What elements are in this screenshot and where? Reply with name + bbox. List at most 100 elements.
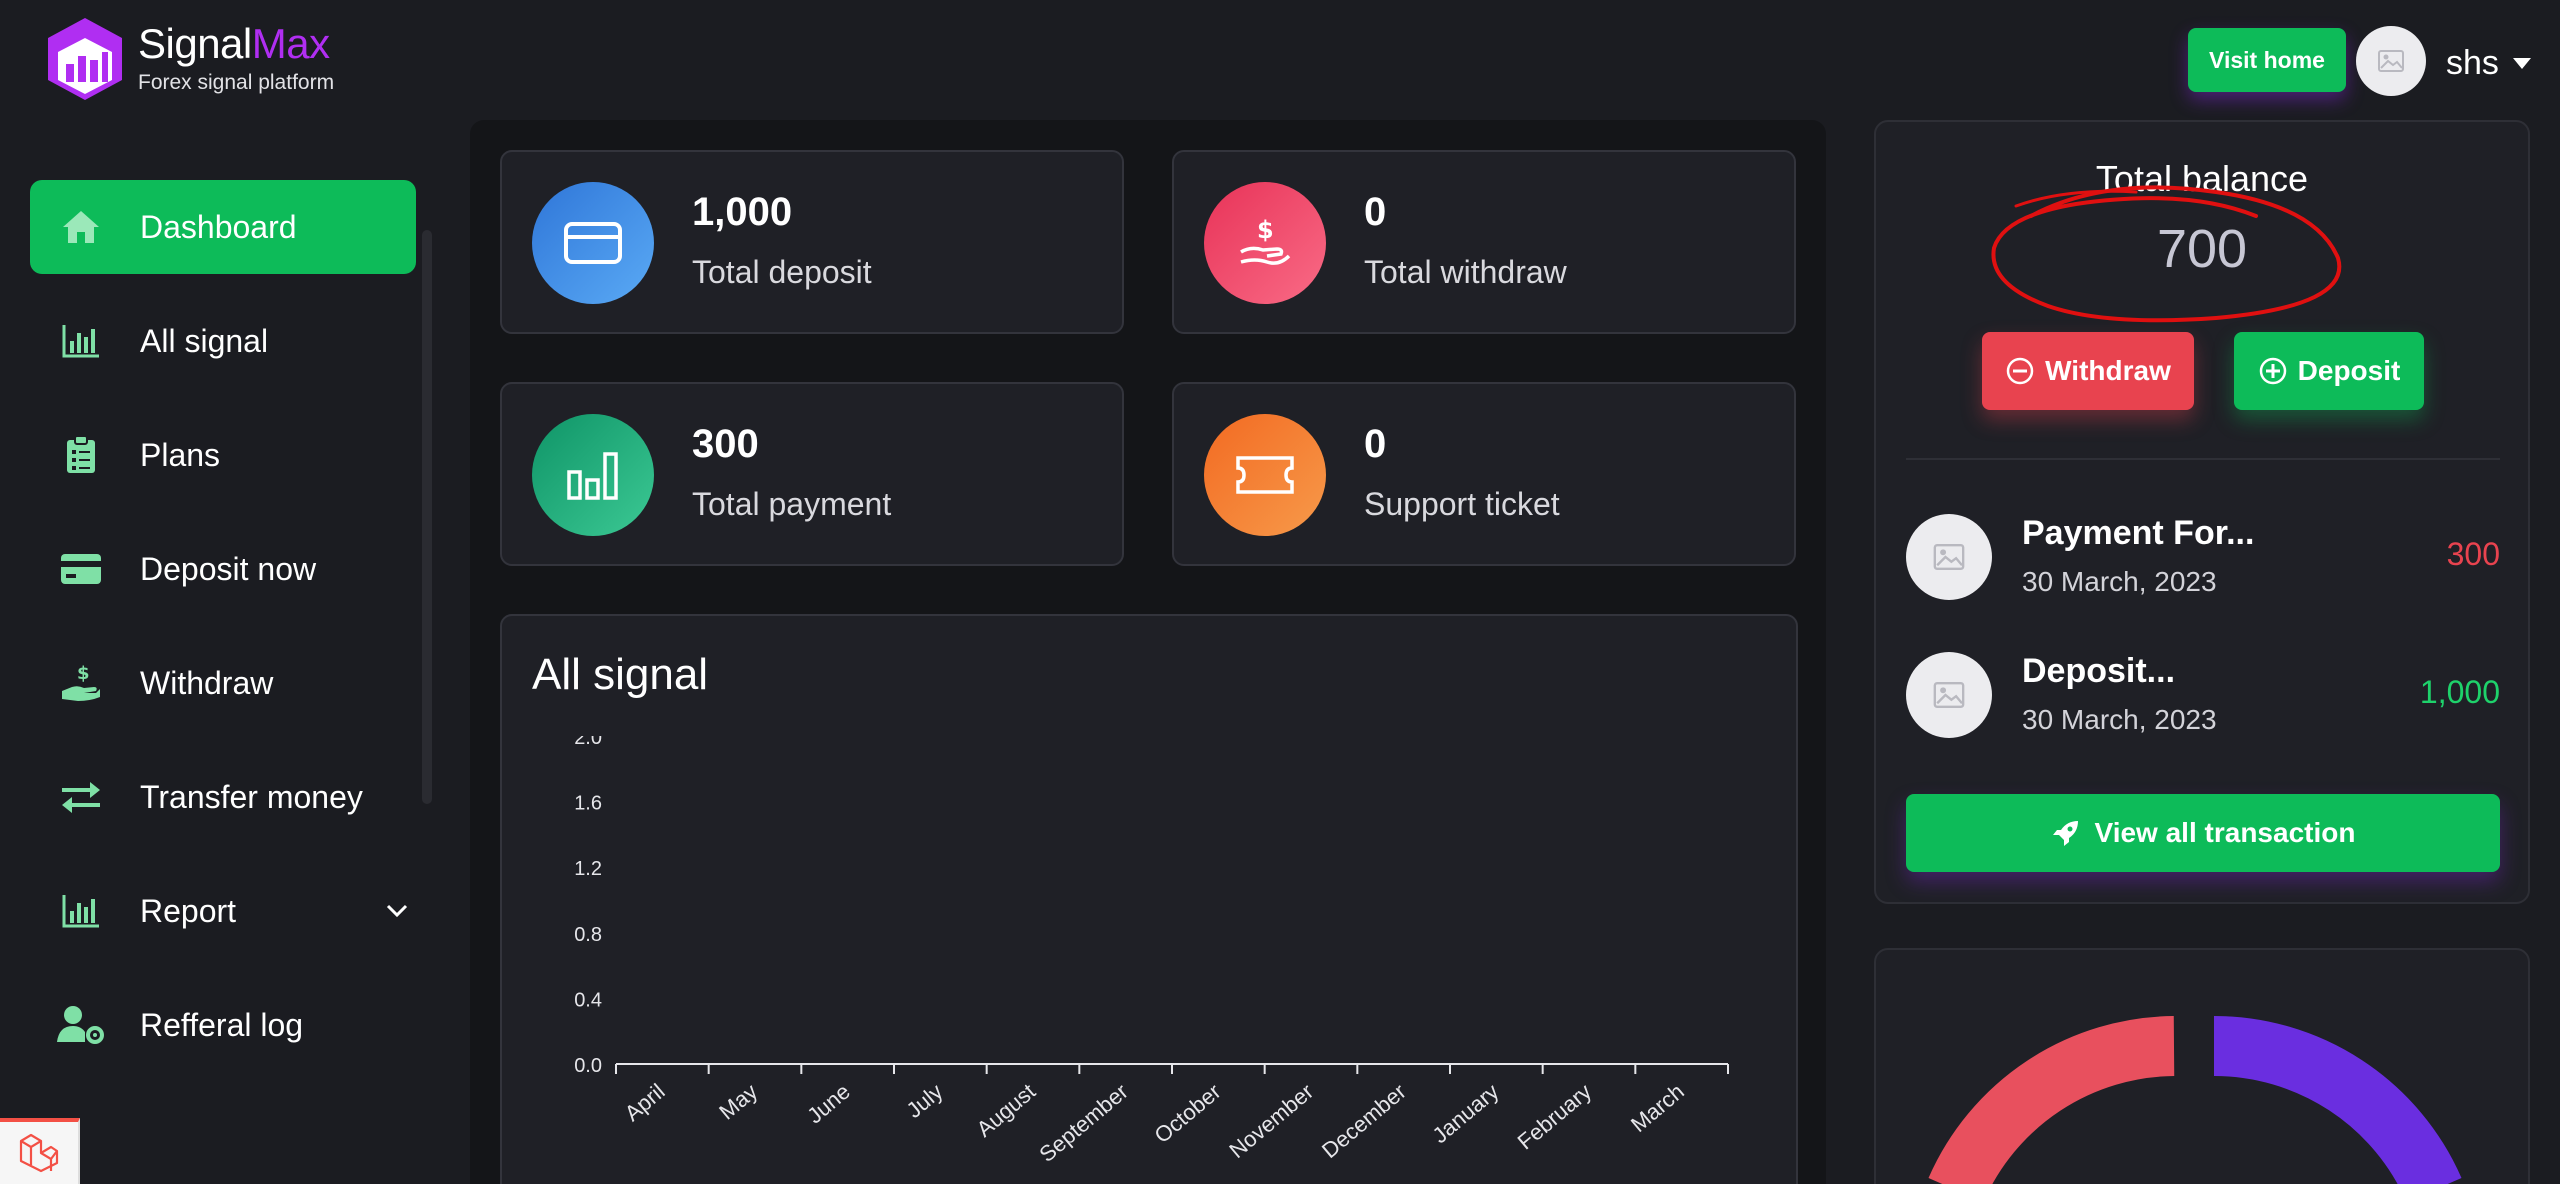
all-signal-chart: 0.0 0.4 0.8 1.2 1.6 2.0 April May June July August…	[574, 736, 1729, 1167]
chevron-down-icon	[386, 904, 408, 918]
stat-label: Support ticket	[1364, 486, 1560, 522]
ticket-icon	[1204, 414, 1326, 536]
stat-value: 0	[1364, 422, 1387, 466]
sidebar-item-label: Transfer money	[140, 778, 363, 815]
stat-value: 300	[692, 422, 759, 466]
sidebar-scrollbar[interactable]	[422, 230, 432, 804]
x-tick-label: March	[1626, 1079, 1689, 1137]
logo-icon	[48, 18, 122, 100]
card-icon	[532, 182, 654, 304]
sidebar-item-label: All signal	[140, 322, 269, 359]
bar-chart-icon	[532, 414, 654, 536]
sidebar-item-label: Dashboard	[140, 208, 297, 245]
caret-down-icon	[2512, 57, 2531, 69]
home-icon	[56, 202, 106, 252]
user-avatar[interactable]	[2356, 26, 2426, 96]
sidebar-item-dashboard[interactable]: Dashboard	[30, 180, 416, 274]
user-gear-icon	[56, 1000, 106, 1050]
brand-name: SignalMax	[138, 23, 334, 65]
bar-chart-icon	[56, 886, 106, 936]
image-placeholder-icon	[1906, 514, 1992, 600]
x-tick-label: July	[902, 1079, 948, 1123]
x-tick-label: April	[620, 1079, 670, 1126]
y-tick-label: 0.8	[574, 924, 602, 946]
y-tick-label: 0.4	[574, 989, 602, 1011]
sidebar-item-deposit-now[interactable]: Deposit now	[30, 522, 416, 616]
deposit-button[interactable]: Deposit	[2234, 332, 2424, 410]
x-tick-label: December	[1317, 1079, 1411, 1163]
brand-name-max: Max	[251, 20, 330, 67]
all-signal-card: All signal 0.0 0.4 0.8 1.2 1.6 2.0 April May Jun…	[500, 614, 1798, 1184]
stat-label: Total withdraw	[1364, 254, 1567, 290]
sidebar-item-withdraw[interactable]: $ Withdraw	[30, 636, 416, 730]
transaction-amount: 300	[2446, 536, 2500, 572]
sidebar-item-refferal-log[interactable]: Refferal log	[30, 978, 416, 1072]
brand-name-signal: Signal	[138, 20, 252, 67]
view-all-transaction-label: View all transaction	[2094, 817, 2356, 848]
x-tick-label: October	[1150, 1079, 1226, 1148]
transaction-item[interactable]: Payment For... 30 March, 2023 300	[1906, 514, 2500, 604]
transaction-item[interactable]: Deposit... 30 March, 2023 1,000	[1906, 652, 2500, 742]
donut-chart	[1928, 1016, 2462, 1184]
y-tick-label: 0.0	[574, 1055, 602, 1077]
svg-text:$: $	[1257, 216, 1274, 244]
sidebar-item-transfer-money[interactable]: Transfer money	[30, 750, 416, 844]
sidebar-item-report[interactable]: Report	[30, 864, 416, 958]
sidebar-nav: Dashboard All signal Plans Deposit now $…	[30, 180, 416, 1092]
withdraw-button-label: Withdraw	[2045, 355, 2171, 386]
x-tick-label: August	[972, 1079, 1041, 1142]
x-tick-label: September	[1034, 1079, 1133, 1167]
x-tick-label: February	[1513, 1079, 1597, 1155]
x-tick-label: January	[1428, 1079, 1504, 1148]
transaction-date: 30 March, 2023	[2022, 704, 2217, 735]
minus-circle-icon	[2006, 357, 2034, 385]
sidebar-item-label: Withdraw	[140, 664, 274, 701]
deposit-button-label: Deposit	[2297, 355, 2401, 386]
bar-chart-icon	[56, 316, 106, 366]
sidebar-item-all-signal[interactable]: All signal	[30, 294, 416, 388]
view-all-transaction-button[interactable]: View all transaction	[1906, 794, 2500, 872]
sidebar-item-plans[interactable]: Plans	[30, 408, 416, 502]
transaction-title: Payment For...	[2022, 514, 2255, 552]
svg-text:$: $	[77, 663, 90, 684]
rocket-icon	[2052, 821, 2078, 846]
all-signal-title: All signal	[532, 650, 709, 699]
hand-dollar-icon: $	[1204, 182, 1326, 304]
stat-label: Total deposit	[692, 254, 872, 290]
x-tick-label: November	[1224, 1079, 1318, 1163]
visit-home-button[interactable]: Visit home	[2188, 28, 2346, 92]
sidebar-item-label: Report	[140, 892, 237, 929]
stat-card-total-payment: 300 Total payment	[500, 382, 1124, 566]
user-menu-toggle[interactable]: shs	[2446, 44, 2531, 83]
brand-logo[interactable]: SignalMax Forex signal platform	[44, 16, 334, 102]
donut-segment-red	[1928, 1016, 2175, 1184]
y-tick-label: 2.0	[574, 736, 602, 749]
stat-card-total-deposit: 1,000 Total deposit	[500, 150, 1124, 334]
stat-card-total-withdraw: $ 0 Total withdraw	[1172, 150, 1796, 334]
x-tick-label: June	[802, 1079, 855, 1129]
red-annotation-circle	[1991, 185, 2342, 323]
brand-tagline: Forex signal platform	[138, 71, 335, 94]
y-tick-label: 1.6	[574, 793, 602, 815]
withdraw-button[interactable]: Withdraw	[1982, 332, 2194, 410]
divider	[1906, 458, 2500, 460]
hand-dollar-icon: $	[56, 658, 106, 708]
donut-chart-card	[1874, 948, 2530, 1184]
image-placeholder-icon	[2378, 50, 2404, 72]
user-name: shs	[2446, 44, 2499, 82]
clipboard-list-icon	[56, 430, 106, 480]
transfer-arrows-icon	[56, 772, 106, 822]
debugbar-toggle[interactable]	[0, 1118, 80, 1184]
credit-card-icon	[56, 544, 106, 594]
donut-segment-purple	[2213, 1016, 2462, 1184]
transaction-title: Deposit...	[2022, 652, 2176, 690]
transaction-amount: 1,000	[2419, 674, 2500, 710]
laravel-logo-icon	[19, 1133, 59, 1173]
image-placeholder-icon	[1906, 652, 1992, 738]
y-tick-label: 1.2	[574, 858, 602, 880]
stat-value: 1,000	[692, 190, 793, 234]
plus-circle-icon	[2259, 357, 2286, 385]
stat-card-support-ticket: 0 Support ticket	[1172, 382, 1796, 566]
stat-value: 0	[1364, 190, 1387, 234]
balance-card: Total balance 700 Withdraw Deposit Payme…	[1874, 120, 2530, 904]
